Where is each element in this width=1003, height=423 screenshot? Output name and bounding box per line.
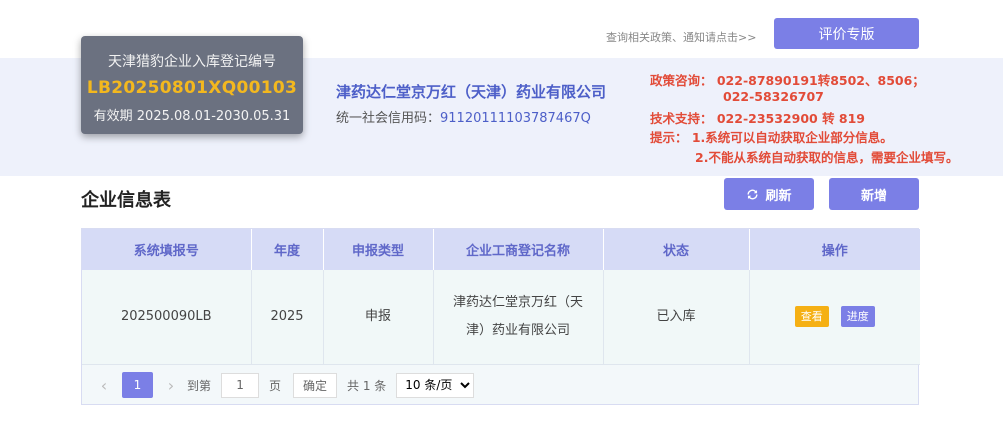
table-row: 202500090LB 2025 申报 津药达仁堂京万红（天津）药业有限公司 已… <box>82 270 920 365</box>
refresh-button[interactable]: 刷新 <box>724 178 814 210</box>
credit-code-label: 统一社会信用码： <box>336 111 441 126</box>
cell-type: 申报 <box>323 270 434 365</box>
goto-page-input[interactable] <box>221 372 260 398</box>
table-header-row: 系统填报号 年度 申报类型 企业工商登记名称 状态 操作 <box>82 229 920 270</box>
refresh-icon <box>747 189 759 199</box>
cell-number: 202500090LB <box>82 270 252 365</box>
pagination: ‹ 1 › 到第 页 确定 共 1 条 10 条/页 <box>82 365 918 405</box>
refresh-label: 刷新 <box>765 188 792 204</box>
cell-company-name: 津药达仁堂京万红（天津）药业有限公司 <box>433 270 604 365</box>
chevron-right-icon[interactable]: › <box>161 376 181 395</box>
column-header: 系统填报号 <box>82 229 252 270</box>
confirm-button[interactable]: 确定 <box>293 372 338 398</box>
add-button[interactable]: 新增 <box>829 178 919 210</box>
page: 查询相关政策、通知请点击>> 评价专版 天津猎豹企业入库登记编号 LB20250… <box>0 0 1003 423</box>
cell-actions: 查看 进度 <box>749 270 920 365</box>
progress-button[interactable]: 进度 <box>840 305 875 327</box>
policy-consult-line: 政策咨询： 022-87890191转8502、8506； <box>650 73 925 88</box>
goto-label: 到第 <box>187 378 212 393</box>
page-size-select[interactable]: 10 条/页 <box>396 372 475 398</box>
cell-status: 已入库 <box>603 270 750 365</box>
evaluation-button[interactable]: 评价专版 <box>774 18 919 49</box>
policy-link[interactable]: 查询相关政策、通知请点击>> <box>606 29 756 45</box>
section-title: 企业信息表 <box>81 190 171 211</box>
registration-title: 天津猎豹企业入库登记编号 <box>108 54 276 70</box>
view-button[interactable]: 查看 <box>794 305 829 327</box>
column-header: 企业工商登记名称 <box>433 229 604 270</box>
chevron-left-icon[interactable]: ‹ <box>94 376 114 395</box>
column-header: 状态 <box>603 229 750 270</box>
column-header: 操作 <box>749 229 920 270</box>
tip-line-2: 2.不能从系统自动获取的信息，需要企业填写。 <box>695 150 959 165</box>
page-number-current[interactable]: 1 <box>122 372 153 398</box>
tech-support-line: 技术支持： 022-23532900 转 819 <box>650 111 866 126</box>
cell-year: 2025 <box>251 270 324 365</box>
registration-validity: 有效期 2025.08.01-2030.05.31 <box>93 109 291 124</box>
credit-code-line: 统一社会信用码：91120111103787467Q <box>336 107 591 126</box>
company-name: 津药达仁堂京万红（天津）药业有限公司 <box>336 83 607 101</box>
registration-card: 天津猎豹企业入库登记编号 LB20250801XQ00103 有效期 2025.… <box>81 36 303 134</box>
enterprise-table: 系统填报号 年度 申报类型 企业工商登记名称 状态 操作 202500090LB… <box>81 228 920 405</box>
credit-code-value: 91120111103787467Q <box>440 111 591 126</box>
column-header: 年度 <box>251 229 324 270</box>
page-label: 页 <box>269 378 282 393</box>
column-header: 申报类型 <box>323 229 434 270</box>
tip-line-1: 提示： 1.系统可以自动获取企业部分信息。 <box>650 130 893 145</box>
registration-code: LB20250801XQ00103 <box>86 78 298 98</box>
total-count: 共 1 条 <box>347 378 387 393</box>
policy-consult-line-2: 022-58326707 <box>723 89 824 104</box>
company-name-text: 津药达仁堂京万红（天津）药业有限公司 <box>452 294 583 338</box>
